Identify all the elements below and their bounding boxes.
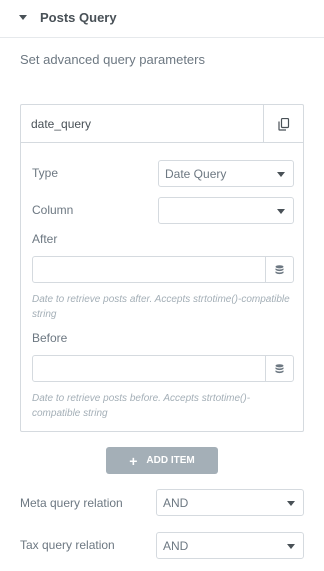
before-label: Before [32, 331, 68, 345]
chevron-down-icon [277, 209, 285, 214]
after-dynamic-tags-button[interactable] [265, 257, 293, 282]
section-header-posts-query[interactable]: Posts Query [0, 0, 324, 38]
meta-query-relation-value: AND [163, 496, 189, 510]
chevron-down-icon [287, 501, 295, 506]
before-dynamic-tags-button[interactable] [265, 356, 293, 381]
section-title: Posts Query [40, 10, 117, 25]
tax-query-relation-label: Tax query relation [20, 538, 115, 552]
type-label: Type [32, 166, 59, 180]
column-select[interactable] [158, 197, 294, 224]
type-select[interactable]: Date Query [158, 160, 294, 187]
before-help-text: Date to retrieve posts before. Accepts s… [32, 393, 251, 419]
column-label: Column [32, 203, 74, 217]
tax-query-relation-value: AND [163, 539, 189, 553]
after-input [32, 256, 294, 283]
tax-query-relation-select[interactable]: AND [156, 532, 304, 559]
chevron-down-icon [287, 544, 295, 549]
before-input-field[interactable] [33, 356, 265, 381]
after-help-text: Date to retrieve posts after. Accepts st… [32, 294, 290, 320]
meta-query-relation-label: Meta query relation [20, 496, 123, 510]
add-item-button[interactable]: + ADD ITEM [106, 447, 218, 474]
database-icon [275, 264, 284, 274]
add-item-label: ADD ITEM [146, 455, 195, 466]
before-input [32, 355, 294, 382]
repeater-item-date-query: date_query Type Date Query Column After … [20, 104, 304, 432]
copy-icon [277, 117, 289, 131]
repeater-item-title: date_query [31, 117, 92, 131]
meta-query-relation-select[interactable]: AND [156, 489, 304, 516]
after-label: After [32, 232, 58, 246]
section-description: Set advanced query parameters [20, 52, 205, 67]
plus-icon: + [129, 452, 138, 469]
after-input-field[interactable] [33, 257, 265, 282]
type-select-value: Date Query [165, 167, 227, 181]
database-icon [275, 363, 284, 373]
chevron-down-icon [277, 172, 285, 177]
caret-down-icon [19, 15, 27, 20]
duplicate-button[interactable] [263, 105, 303, 143]
repeater-item-header[interactable]: date_query [21, 105, 303, 143]
